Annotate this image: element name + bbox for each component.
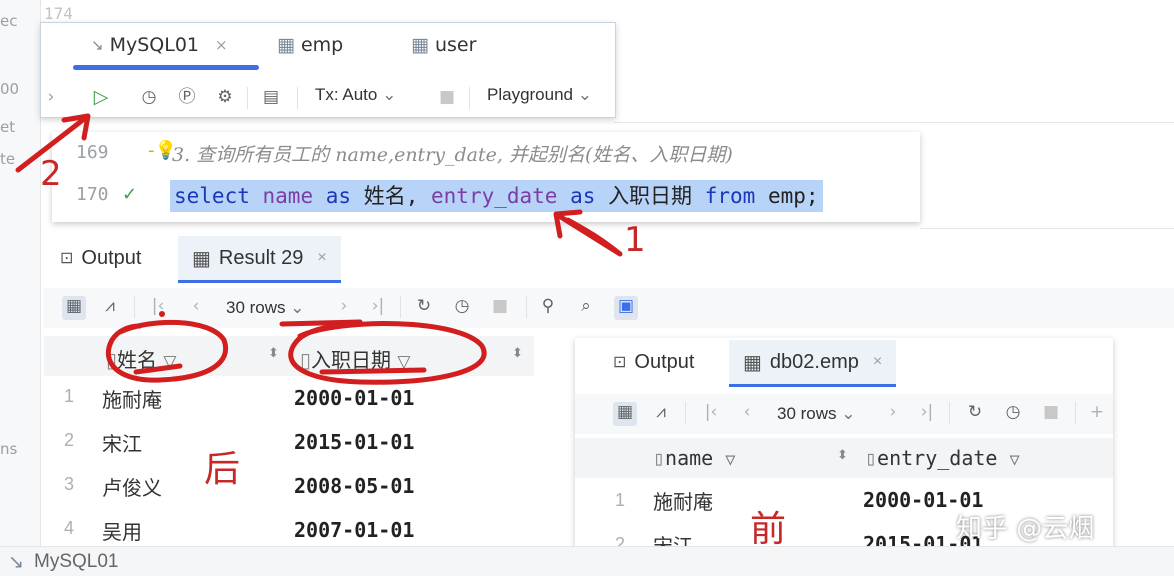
annotation-dot (159, 311, 165, 317)
annotation-circle-date (288, 321, 487, 385)
watermark: 知乎 @云烟 (956, 514, 1095, 544)
annotation-circle-name (105, 319, 228, 383)
annotation-underline-name (133, 363, 183, 375)
annotation-label-2: 2 (40, 154, 62, 194)
annotation-top-stroke (279, 319, 363, 327)
annotation-layer (15, 113, 623, 385)
annotation-underline-date (319, 367, 427, 375)
annotation-arrow-1 (553, 209, 623, 257)
annotation-label-1: 1 (624, 220, 646, 260)
annotation-before: 前 (750, 509, 787, 550)
annotation-after: 后 (204, 449, 241, 490)
